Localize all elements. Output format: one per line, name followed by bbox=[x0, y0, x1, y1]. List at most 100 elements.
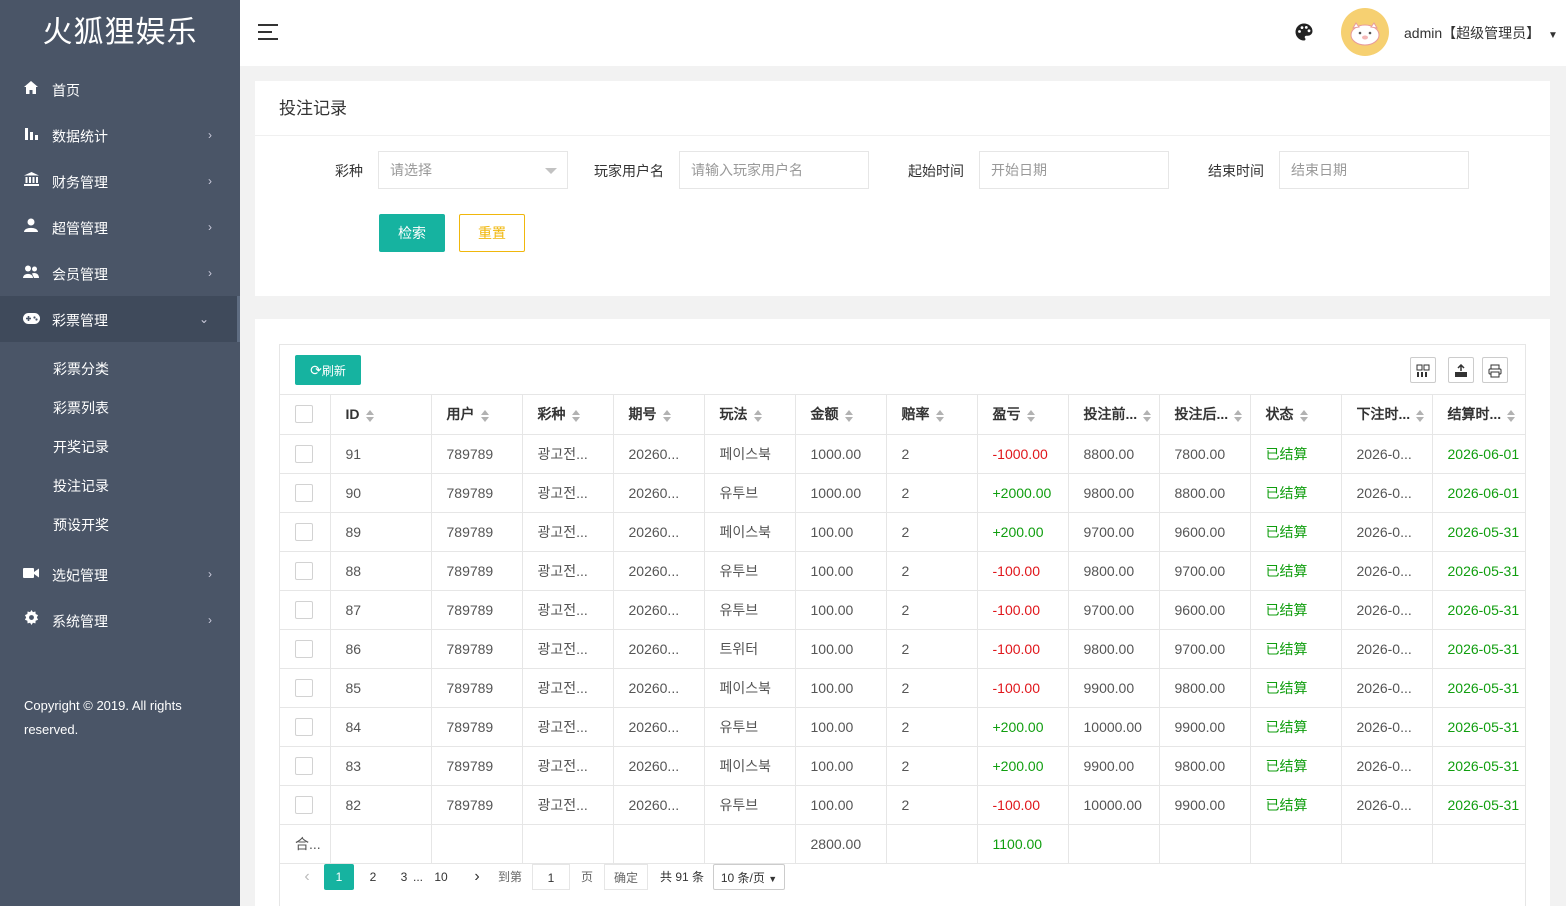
export-icon[interactable] bbox=[1448, 357, 1474, 383]
prev-page-icon[interactable]: ‹ bbox=[297, 864, 317, 890]
sidebar-item-bank[interactable]: 财务管理 › bbox=[0, 158, 240, 204]
table-card: ⟳刷新 ID 用户 彩种 期号 玩法 金额 赔率 盈亏 投注前... 投注后... 状态 下注时...… bbox=[255, 319, 1550, 906]
goto-confirm-button[interactable]: 确定 bbox=[604, 864, 648, 890]
column-header-id[interactable]: ID bbox=[330, 395, 432, 435]
cell-user: 789789 bbox=[431, 473, 523, 513]
refresh-button[interactable]: ⟳刷新 bbox=[295, 355, 361, 385]
row-checkbox[interactable] bbox=[295, 717, 313, 736]
column-header-odds[interactable]: 赔率 bbox=[886, 395, 978, 435]
cell-play: 유투브 bbox=[704, 707, 796, 747]
avatar[interactable] bbox=[1341, 8, 1389, 56]
sidebar-item-users[interactable]: 会员管理 › bbox=[0, 250, 240, 296]
column-header-user[interactable]: 用户 bbox=[431, 395, 523, 435]
sort-icon[interactable] bbox=[935, 409, 945, 422]
row-checkbox-cell bbox=[280, 551, 331, 591]
sort-icon[interactable] bbox=[1507, 409, 1516, 422]
columns-icon[interactable] bbox=[1410, 357, 1436, 383]
row-checkbox[interactable] bbox=[295, 678, 313, 697]
sidebar-subitem[interactable]: 投注记录 bbox=[0, 467, 240, 506]
column-header-after[interactable]: 投注后... bbox=[1159, 395, 1251, 435]
sort-icon[interactable] bbox=[844, 409, 854, 422]
sidebar-item-video[interactable]: 选妃管理 › bbox=[0, 551, 240, 597]
column-header-label: 用户 bbox=[446, 406, 475, 423]
column-header-label: 结算时... bbox=[1447, 406, 1502, 423]
search-button[interactable]: 检索 bbox=[379, 214, 445, 252]
total-count: 共 91 条 bbox=[659, 870, 705, 884]
sidebar-subitem[interactable]: 预设开奖 bbox=[0, 506, 240, 545]
start-time-label: 起始时间 bbox=[908, 163, 964, 179]
sort-icon[interactable] bbox=[1234, 409, 1243, 422]
select-all-checkbox[interactable] bbox=[295, 405, 313, 424]
chevron-right-icon: › bbox=[208, 174, 212, 188]
sidebar-subitem[interactable]: 彩票列表 bbox=[0, 389, 240, 428]
page-size-select[interactable]: 10 条/页 ▼ bbox=[713, 864, 785, 890]
sort-icon[interactable] bbox=[365, 409, 375, 422]
palette-icon[interactable] bbox=[1294, 22, 1314, 42]
cell-status: 已结算 bbox=[1250, 590, 1342, 630]
sidebar-item-bar-chart[interactable]: 数据统计 › bbox=[0, 112, 240, 158]
row-checkbox[interactable] bbox=[295, 600, 313, 619]
sidebar-subitem[interactable]: 开奖记录 bbox=[0, 428, 240, 467]
sidebar-item-gamepad[interactable]: 彩票管理 ⌄ bbox=[0, 296, 240, 342]
end-date-input[interactable]: 结束日期 bbox=[1279, 151, 1469, 189]
page-button[interactable]: 2 bbox=[358, 864, 388, 890]
sidebar-item-gear[interactable]: 系统管理 › bbox=[0, 597, 240, 643]
cell-status: 已结算 bbox=[1250, 746, 1342, 786]
page-button[interactable]: 1 bbox=[324, 864, 354, 890]
cell-issue: 20260... bbox=[613, 707, 705, 747]
page-button[interactable]: 10 bbox=[427, 864, 455, 890]
next-page-icon[interactable]: › bbox=[467, 864, 487, 890]
goto-page-input[interactable]: 1 bbox=[532, 864, 570, 890]
row-checkbox[interactable] bbox=[295, 483, 313, 502]
user-menu[interactable]: admin【超级管理员】 ▼ bbox=[1404, 23, 1558, 43]
sidebar-item-user[interactable]: 超管管理 › bbox=[0, 204, 240, 250]
sort-icon[interactable] bbox=[571, 409, 581, 422]
cell-lottery: 광고전... bbox=[522, 746, 614, 786]
row-checkbox[interactable] bbox=[295, 444, 313, 463]
column-header-bet-time[interactable]: 下注时... bbox=[1341, 395, 1433, 435]
cell-bet-time: 2026-0... bbox=[1341, 551, 1433, 591]
cell-id: 83 bbox=[330, 746, 432, 786]
row-checkbox[interactable] bbox=[295, 639, 313, 658]
user-name: admin【超级管理员】 bbox=[1404, 25, 1541, 41]
cell-after: 7800.00 bbox=[1159, 434, 1251, 474]
table-row: 90 789789 광고전... 20260... 유투브 1000.00 2 +2000.0… bbox=[280, 473, 1525, 513]
column-header-amount[interactable]: 金额 bbox=[795, 395, 887, 435]
sort-icon[interactable] bbox=[1143, 409, 1152, 422]
sort-icon[interactable] bbox=[1416, 409, 1425, 422]
player-input[interactable]: 请输入玩家用户名 bbox=[679, 151, 869, 189]
sort-icon[interactable] bbox=[662, 409, 672, 422]
cell-after: 9800.00 bbox=[1159, 668, 1251, 708]
cell-amount: 100.00 bbox=[795, 668, 887, 708]
chevron-right-icon: › bbox=[208, 220, 212, 234]
lottery-select-placeholder: 请选择 bbox=[390, 162, 432, 178]
print-icon[interactable] bbox=[1482, 357, 1508, 383]
column-header-issue[interactable]: 期号 bbox=[613, 395, 705, 435]
sort-icon[interactable] bbox=[1026, 409, 1036, 422]
player-input-placeholder: 请输入玩家用户名 bbox=[691, 162, 803, 178]
sort-icon[interactable] bbox=[753, 409, 763, 422]
lottery-select[interactable]: 请选择 bbox=[378, 151, 568, 189]
column-header-profit[interactable]: 盈亏 bbox=[977, 395, 1069, 435]
cell-bet-time: 2026-0... bbox=[1341, 785, 1433, 825]
sidebar-subitem[interactable]: 彩票分类 bbox=[0, 350, 240, 389]
cell-amount: 100.00 bbox=[795, 707, 887, 747]
gamepad-icon bbox=[22, 297, 40, 343]
column-header-play[interactable]: 玩法 bbox=[704, 395, 796, 435]
row-checkbox[interactable] bbox=[295, 561, 313, 580]
start-date-input[interactable]: 开始日期 bbox=[979, 151, 1169, 189]
sort-icon[interactable] bbox=[480, 409, 490, 422]
row-checkbox[interactable] bbox=[295, 522, 313, 541]
column-header-before[interactable]: 投注前... bbox=[1068, 395, 1160, 435]
row-checkbox[interactable] bbox=[295, 756, 313, 775]
column-header-status[interactable]: 状态 bbox=[1250, 395, 1342, 435]
cell-profit: -100.00 bbox=[977, 590, 1069, 630]
reset-button[interactable]: 重置 bbox=[459, 214, 525, 252]
menu-toggle-icon[interactable] bbox=[258, 24, 278, 40]
sort-icon[interactable] bbox=[1299, 409, 1309, 422]
row-checkbox[interactable] bbox=[295, 795, 313, 814]
cell-lottery: 광고전... bbox=[522, 590, 614, 630]
sidebar-item-home[interactable]: 首页 bbox=[0, 66, 240, 112]
column-header-lottery[interactable]: 彩种 bbox=[522, 395, 614, 435]
column-header-settle-time[interactable]: 结算时... bbox=[1432, 395, 1525, 435]
